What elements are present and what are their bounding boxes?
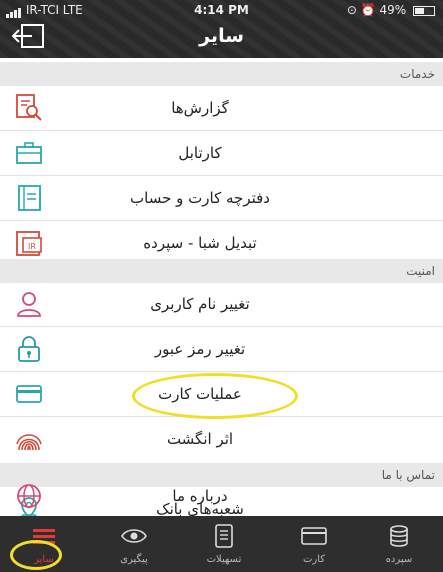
- highlight-ellipse: [132, 373, 298, 419]
- menu-item-label: تغییر نام کاربری: [150, 295, 250, 313]
- highlight-ellipse-tab: [10, 540, 62, 570]
- address-book-icon: [18, 185, 41, 211]
- document-icon: [215, 524, 233, 548]
- coins-icon: [390, 525, 408, 547]
- menu-item-label: اثر انگشت: [166, 430, 234, 448]
- tab-facilities[interactable]: تسهیلات: [180, 516, 268, 572]
- menu-item-label: دفترچه کارت و حساب: [130, 189, 270, 207]
- credit-card-icon: [16, 385, 42, 403]
- menu-item-label: درباره ما: [172, 487, 228, 505]
- user-icon: [17, 292, 41, 317]
- iban-convert-icon: IR: [16, 231, 42, 256]
- menu-item-label: تغییر رمز عبور: [154, 340, 246, 358]
- lock-icon: [18, 336, 40, 362]
- page-title: سایر: [199, 25, 244, 47]
- menu-item-reports[interactable]: گزارش‌ها: [0, 86, 443, 130]
- tab-card[interactable]: کارت: [270, 516, 358, 572]
- svg-text:IR: IR: [28, 242, 36, 251]
- card-icon: [301, 527, 327, 545]
- tab-label: تسهیلات: [206, 554, 242, 565]
- tab-label: سپرده: [385, 554, 413, 565]
- top-bar: IR-TCI LTE 4:14 PM ⊙ ⏰ 49% سایر: [0, 0, 443, 58]
- section-header-security: امنیت: [0, 259, 443, 283]
- menu-item-cartable[interactable]: کارتابل: [0, 131, 443, 175]
- tab-deposit[interactable]: سپرده: [355, 516, 443, 572]
- alarm-icon: ⊙ ⏰: [346, 3, 376, 17]
- report-search-icon: [16, 94, 42, 121]
- eye-icon: [121, 529, 147, 543]
- menu-item-label: گزارش‌ها: [171, 99, 229, 117]
- briefcase-icon: [16, 142, 42, 164]
- menu-item-label: کارتابل: [178, 144, 222, 162]
- menu-item-fingerprint[interactable]: اثر انگشت: [0, 417, 443, 461]
- bottom-tab-bar: سپرده کارت تسهیلات پیگیری سایر: [0, 516, 443, 572]
- battery-status: ⊙ ⏰ 49%: [347, 2, 435, 18]
- fingerprint-icon: [16, 434, 42, 451]
- menu-item-about-us[interactable]: درباره ما: [0, 474, 443, 518]
- tab-label: پیگیری: [120, 554, 148, 565]
- battery-icon: [413, 5, 435, 16]
- tab-label: کارت: [302, 554, 326, 565]
- globe-icon: [17, 484, 41, 508]
- menu-item-change-username[interactable]: تغییر نام کاربری: [0, 282, 443, 326]
- settings-list: خدمات گزارش‌ها کارتابل دفترچه کارت و حسا…: [0, 58, 443, 532]
- section-header-services: خدمات: [0, 62, 443, 86]
- menu-item-card-account-book[interactable]: دفترچه کارت و حساب: [0, 176, 443, 220]
- menu-item-change-password[interactable]: تغییر رمز عبور: [0, 327, 443, 371]
- battery-percent: 49%: [379, 3, 407, 17]
- tab-tracking[interactable]: پیگیری: [90, 516, 178, 572]
